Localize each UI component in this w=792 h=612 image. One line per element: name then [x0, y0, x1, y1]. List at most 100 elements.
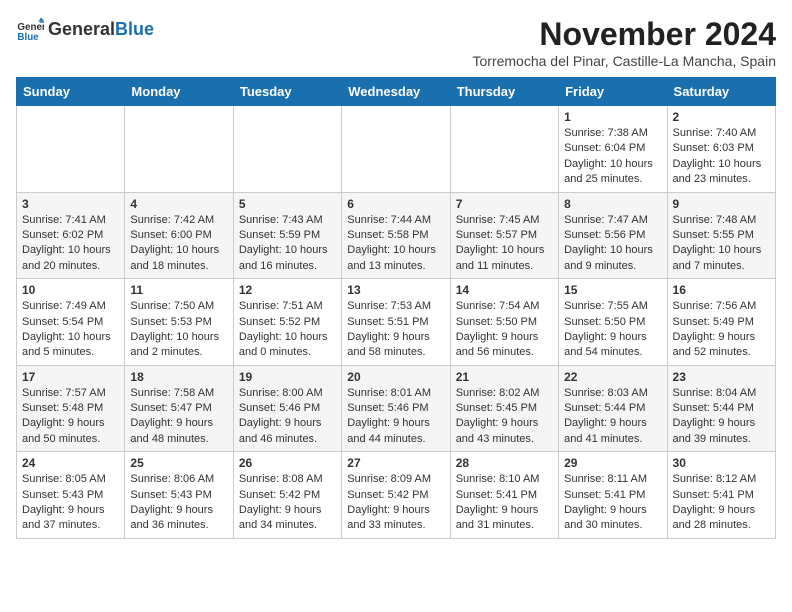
- cell-info-line: Daylight: 9 hours and 50 minutes.: [22, 416, 119, 447]
- day-number: 27: [347, 456, 444, 470]
- cell-info-line: Sunrise: 8:08 AM: [239, 472, 336, 487]
- cell-info-line: Daylight: 9 hours and 48 minutes.: [130, 416, 227, 447]
- cell-info-line: Sunset: 6:00 PM: [130, 228, 227, 243]
- cell-info-line: Daylight: 9 hours and 58 minutes.: [347, 330, 444, 361]
- calendar-cell: 11Sunrise: 7:50 AMSunset: 5:53 PMDayligh…: [125, 279, 233, 366]
- calendar-cell: 24Sunrise: 8:05 AMSunset: 5:43 PMDayligh…: [17, 452, 125, 539]
- day-number: 25: [130, 456, 227, 470]
- svg-text:Blue: Blue: [17, 32, 39, 43]
- calendar-cell: 9Sunrise: 7:48 AMSunset: 5:55 PMDaylight…: [667, 192, 775, 279]
- calendar-cell: [233, 106, 341, 193]
- day-number: 23: [673, 370, 770, 384]
- weekday-header-tuesday: Tuesday: [233, 78, 341, 106]
- page-header: General Blue GeneralBlue November 2024 T…: [16, 16, 776, 69]
- day-number: 6: [347, 197, 444, 211]
- cell-info-line: Sunset: 5:53 PM: [130, 315, 227, 330]
- weekday-header-friday: Friday: [559, 78, 667, 106]
- cell-info-line: Sunrise: 8:05 AM: [22, 472, 119, 487]
- cell-info-line: Daylight: 10 hours and 16 minutes.: [239, 243, 336, 274]
- cell-info-line: Daylight: 10 hours and 25 minutes.: [564, 157, 661, 188]
- cell-info-line: Sunset: 5:50 PM: [456, 315, 553, 330]
- day-number: 26: [239, 456, 336, 470]
- cell-info-line: Daylight: 9 hours and 37 minutes.: [22, 503, 119, 534]
- cell-info-line: Sunrise: 8:00 AM: [239, 386, 336, 401]
- cell-info-line: Sunset: 5:51 PM: [347, 315, 444, 330]
- calendar-cell: [17, 106, 125, 193]
- calendar-cell: 21Sunrise: 8:02 AMSunset: 5:45 PMDayligh…: [450, 365, 558, 452]
- day-number: 30: [673, 456, 770, 470]
- cell-info-line: Sunrise: 7:50 AM: [130, 299, 227, 314]
- calendar-cell: 13Sunrise: 7:53 AMSunset: 5:51 PMDayligh…: [342, 279, 450, 366]
- calendar-cell: [450, 106, 558, 193]
- cell-info-line: Sunset: 5:42 PM: [239, 488, 336, 503]
- cell-info-line: Sunset: 5:56 PM: [564, 228, 661, 243]
- cell-info-line: Sunrise: 8:12 AM: [673, 472, 770, 487]
- cell-info-line: Daylight: 9 hours and 54 minutes.: [564, 330, 661, 361]
- cell-info-line: Sunrise: 7:47 AM: [564, 213, 661, 228]
- title-area: November 2024 Torremocha del Pinar, Cast…: [473, 16, 777, 69]
- cell-info-line: Daylight: 9 hours and 34 minutes.: [239, 503, 336, 534]
- cell-info-line: Daylight: 10 hours and 0 minutes.: [239, 330, 336, 361]
- cell-info-line: Sunrise: 8:03 AM: [564, 386, 661, 401]
- logo: General Blue GeneralBlue: [16, 16, 154, 44]
- cell-info-line: Sunrise: 7:57 AM: [22, 386, 119, 401]
- weekday-header-wednesday: Wednesday: [342, 78, 450, 106]
- cell-info-line: Sunset: 5:42 PM: [347, 488, 444, 503]
- calendar-week-row: 24Sunrise: 8:05 AMSunset: 5:43 PMDayligh…: [17, 452, 776, 539]
- cell-info-line: Sunrise: 8:04 AM: [673, 386, 770, 401]
- logo-blue-text: Blue: [115, 19, 154, 39]
- cell-info-line: Sunset: 6:04 PM: [564, 141, 661, 156]
- calendar-week-row: 17Sunrise: 7:57 AMSunset: 5:48 PMDayligh…: [17, 365, 776, 452]
- calendar-table: SundayMondayTuesdayWednesdayThursdayFrid…: [16, 77, 776, 539]
- calendar-cell: 22Sunrise: 8:03 AMSunset: 5:44 PMDayligh…: [559, 365, 667, 452]
- day-number: 19: [239, 370, 336, 384]
- cell-info-line: Sunset: 5:43 PM: [130, 488, 227, 503]
- cell-info-line: Sunset: 5:54 PM: [22, 315, 119, 330]
- logo-general-text: General: [48, 19, 115, 39]
- day-number: 20: [347, 370, 444, 384]
- cell-info-line: Sunset: 5:43 PM: [22, 488, 119, 503]
- calendar-cell: [125, 106, 233, 193]
- calendar-cell: 17Sunrise: 7:57 AMSunset: 5:48 PMDayligh…: [17, 365, 125, 452]
- cell-info-line: Sunrise: 7:38 AM: [564, 126, 661, 141]
- cell-info-line: Sunrise: 8:10 AM: [456, 472, 553, 487]
- cell-info-line: Daylight: 10 hours and 18 minutes.: [130, 243, 227, 274]
- logo-icon: General Blue: [16, 16, 44, 44]
- weekday-header-saturday: Saturday: [667, 78, 775, 106]
- cell-info-line: Sunset: 5:47 PM: [130, 401, 227, 416]
- day-number: 4: [130, 197, 227, 211]
- day-number: 17: [22, 370, 119, 384]
- cell-info-line: Sunset: 5:57 PM: [456, 228, 553, 243]
- day-number: 9: [673, 197, 770, 211]
- calendar-cell: 27Sunrise: 8:09 AMSunset: 5:42 PMDayligh…: [342, 452, 450, 539]
- cell-info-line: Sunrise: 7:45 AM: [456, 213, 553, 228]
- calendar-cell: 25Sunrise: 8:06 AMSunset: 5:43 PMDayligh…: [125, 452, 233, 539]
- cell-info-line: Daylight: 9 hours and 28 minutes.: [673, 503, 770, 534]
- cell-info-line: Daylight: 9 hours and 39 minutes.: [673, 416, 770, 447]
- calendar-cell: 16Sunrise: 7:56 AMSunset: 5:49 PMDayligh…: [667, 279, 775, 366]
- calendar-cell: [342, 106, 450, 193]
- cell-info-line: Sunset: 5:49 PM: [673, 315, 770, 330]
- day-number: 10: [22, 283, 119, 297]
- day-number: 3: [22, 197, 119, 211]
- day-number: 1: [564, 110, 661, 124]
- cell-info-line: Daylight: 9 hours and 43 minutes.: [456, 416, 553, 447]
- day-number: 22: [564, 370, 661, 384]
- cell-info-line: Daylight: 10 hours and 23 minutes.: [673, 157, 770, 188]
- cell-info-line: Sunset: 5:55 PM: [673, 228, 770, 243]
- cell-info-line: Daylight: 10 hours and 20 minutes.: [22, 243, 119, 274]
- calendar-cell: 28Sunrise: 8:10 AMSunset: 5:41 PMDayligh…: [450, 452, 558, 539]
- calendar-cell: 2Sunrise: 7:40 AMSunset: 6:03 PMDaylight…: [667, 106, 775, 193]
- cell-info-line: Sunset: 5:44 PM: [673, 401, 770, 416]
- day-number: 2: [673, 110, 770, 124]
- calendar-cell: 1 Sunrise: 7:38 AMSunset: 6:04 PMDaylight…: [559, 106, 667, 193]
- cell-info-line: Sunrise: 7:44 AM: [347, 213, 444, 228]
- calendar-cell: 30Sunrise: 8:12 AMSunset: 5:41 PMDayligh…: [667, 452, 775, 539]
- day-number: 28: [456, 456, 553, 470]
- cell-info-line: Sunrise: 8:09 AM: [347, 472, 444, 487]
- calendar-cell: 10Sunrise: 7:49 AMSunset: 5:54 PMDayligh…: [17, 279, 125, 366]
- cell-info-line: Daylight: 9 hours and 30 minutes.: [564, 503, 661, 534]
- calendar-cell: 19Sunrise: 8:00 AMSunset: 5:46 PMDayligh…: [233, 365, 341, 452]
- cell-info-line: Sunset: 5:45 PM: [456, 401, 553, 416]
- cell-info-line: Sunset: 5:46 PM: [239, 401, 336, 416]
